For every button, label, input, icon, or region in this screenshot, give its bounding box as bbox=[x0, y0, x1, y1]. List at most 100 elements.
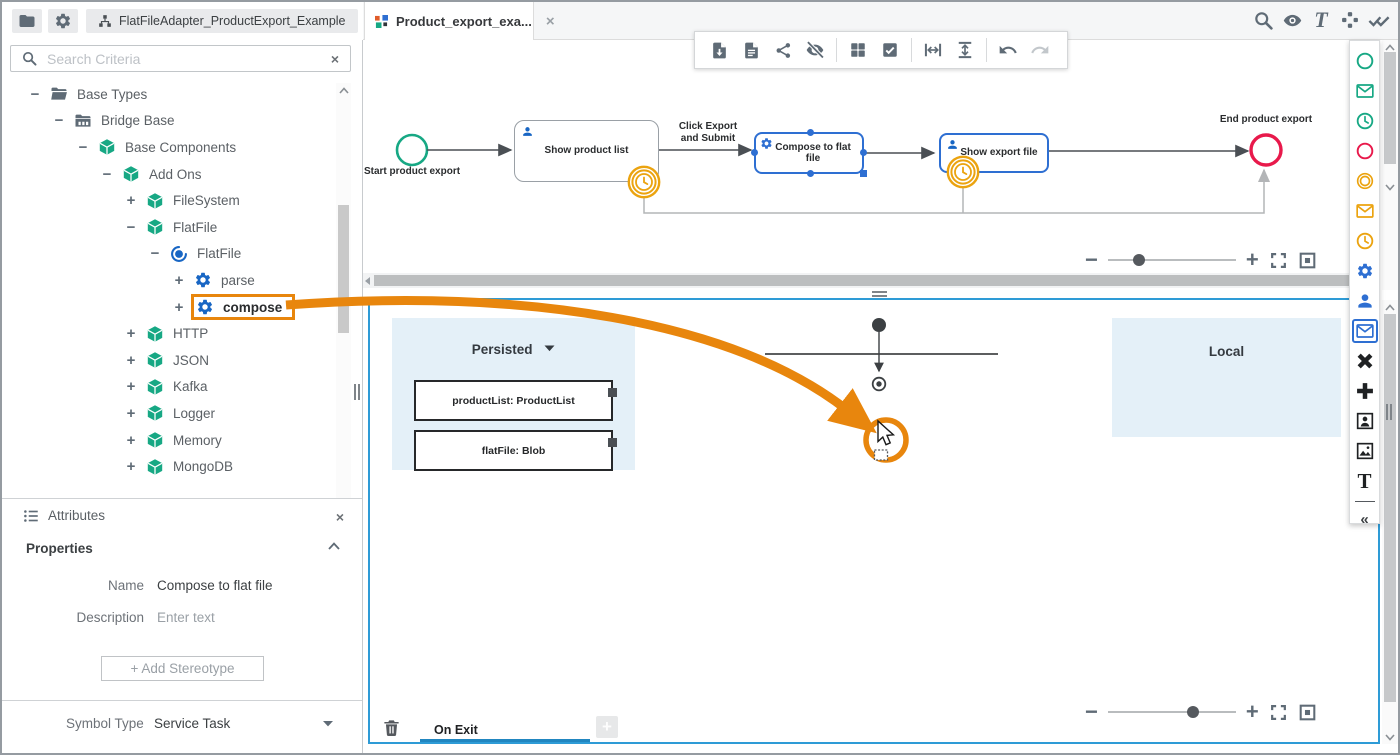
collapse-section-icon[interactable] bbox=[328, 542, 340, 550]
end-event[interactable] bbox=[1251, 135, 1281, 165]
expand-toggle-icon[interactable]: + bbox=[124, 352, 138, 369]
selection-handle[interactable] bbox=[751, 149, 758, 156]
zoom-in-icon[interactable]: + bbox=[1246, 249, 1259, 271]
palette-end-event[interactable] bbox=[1350, 136, 1380, 166]
palette-parallel-gateway[interactable] bbox=[1350, 376, 1380, 406]
vertical-scroll-thumb[interactable] bbox=[1384, 314, 1396, 702]
symbol-type-dropdown-icon[interactable] bbox=[322, 720, 334, 728]
tree-item-mongodb[interactable]: +MongoDB bbox=[2, 453, 334, 480]
tree-item-kafka[interactable]: +Kafka bbox=[2, 374, 334, 401]
expand-toggle-icon[interactable]: + bbox=[124, 378, 138, 395]
expand-toggle-icon[interactable]: + bbox=[124, 325, 138, 342]
trash-icon[interactable] bbox=[382, 718, 401, 737]
tree-scroll-thumb[interactable] bbox=[338, 205, 349, 333]
collapse-toggle-icon[interactable]: − bbox=[52, 112, 66, 129]
tree-scrollbar[interactable] bbox=[336, 83, 351, 511]
horizontal-scroll-thumb[interactable] bbox=[374, 275, 1349, 286]
fullscreen-icon[interactable] bbox=[1269, 251, 1288, 270]
zoom-slider-handle[interactable] bbox=[1187, 706, 1199, 718]
scroll-left-icon[interactable] bbox=[364, 277, 371, 285]
tab-close-icon[interactable]: × bbox=[546, 13, 555, 30]
zoom-out-icon[interactable]: − bbox=[1085, 701, 1098, 723]
share-icon[interactable] bbox=[769, 36, 797, 64]
selection-handle[interactable] bbox=[807, 170, 814, 177]
palette-image[interactable] bbox=[1350, 436, 1380, 466]
zoom-slider-handle[interactable] bbox=[1133, 254, 1145, 266]
right-splitter-handle[interactable] bbox=[1386, 404, 1392, 420]
tree-item-compose[interactable]: +compose bbox=[2, 294, 334, 321]
fit-to-screen-icon[interactable] bbox=[1298, 251, 1317, 270]
scroll-up-icon[interactable] bbox=[336, 83, 351, 97]
eye-off-icon[interactable] bbox=[801, 36, 829, 64]
vertical-scrollbar-top[interactable] bbox=[1382, 40, 1398, 290]
scroll-down-icon[interactable] bbox=[1382, 730, 1397, 744]
tab-product-export[interactable]: Product_export_exa... × bbox=[364, 2, 534, 40]
expand-toggle-icon[interactable]: + bbox=[124, 458, 138, 475]
expand-toggle-icon[interactable]: + bbox=[172, 299, 186, 316]
palette-participant[interactable] bbox=[1350, 406, 1380, 436]
fullscreen-icon[interactable] bbox=[1269, 703, 1288, 722]
palette-text-annotation[interactable]: T bbox=[1350, 466, 1380, 496]
palette-intermediate-event[interactable] bbox=[1350, 166, 1380, 196]
timer-boundary-event[interactable] bbox=[946, 155, 980, 189]
attributes-close-icon[interactable]: × bbox=[336, 509, 344, 525]
expand-toggle-icon[interactable]: + bbox=[124, 405, 138, 422]
collapse-toggle-icon[interactable]: − bbox=[148, 245, 162, 262]
tree-item-bridge-base[interactable]: −Bridge Base bbox=[2, 108, 334, 135]
download-file-icon[interactable] bbox=[705, 36, 733, 64]
horizontal-scrollbar[interactable] bbox=[363, 273, 1380, 288]
document-icon[interactable] bbox=[737, 36, 765, 64]
bpmn-canvas[interactable]: Start product export End product export … bbox=[363, 40, 1380, 272]
tree-item-parse[interactable]: +parse bbox=[2, 267, 334, 294]
folder-button[interactable] bbox=[12, 9, 42, 33]
tab-on-exit[interactable]: On Exit bbox=[434, 723, 478, 737]
timer-boundary-event[interactable] bbox=[627, 165, 661, 199]
dist-height-icon[interactable] bbox=[951, 36, 979, 64]
fit-to-screen-icon[interactable] bbox=[1298, 703, 1317, 722]
name-field-value[interactable]: Compose to flat file bbox=[157, 578, 273, 593]
validate-icon[interactable] bbox=[1366, 7, 1392, 33]
palette-timer-start-event[interactable] bbox=[1350, 106, 1380, 136]
undo-icon[interactable] bbox=[994, 36, 1022, 64]
palette-collapse-palette[interactable]: « bbox=[1350, 504, 1380, 534]
palette-send-task[interactable] bbox=[1350, 316, 1380, 346]
initial-node[interactable] bbox=[872, 318, 886, 332]
checkbox-icon[interactable] bbox=[876, 36, 904, 64]
palette-timer-intermediate-event[interactable] bbox=[1350, 226, 1380, 256]
action-mapping-canvas[interactable]: Persisted productList: ProductList flatF… bbox=[368, 298, 1380, 744]
left-splitter-handle[interactable] bbox=[354, 384, 360, 400]
grid-icon[interactable] bbox=[844, 36, 872, 64]
zoom-slider[interactable] bbox=[1108, 711, 1236, 713]
expand-toggle-icon[interactable]: + bbox=[124, 432, 138, 449]
task-compose-to-flat-file[interactable]: Compose to flat file bbox=[754, 132, 864, 174]
settings-button[interactable] bbox=[48, 9, 78, 33]
collapse-toggle-icon[interactable]: − bbox=[124, 219, 138, 236]
project-breadcrumb[interactable]: FlatFileAdapter_ProductExport_Example bbox=[86, 9, 358, 33]
tree-item-filesystem[interactable]: +FileSystem bbox=[2, 187, 334, 214]
symbol-type-value[interactable]: Service Task bbox=[154, 716, 230, 731]
tree-item-base-components[interactable]: −Base Components bbox=[2, 134, 334, 161]
collapse-toggle-icon[interactable]: − bbox=[100, 166, 114, 183]
palette-message-intermediate-event[interactable] bbox=[1350, 196, 1380, 226]
palette-exclusive-gateway[interactable] bbox=[1350, 346, 1380, 376]
collapse-toggle-icon[interactable]: − bbox=[76, 139, 90, 156]
expand-toggle-icon[interactable]: + bbox=[172, 272, 186, 289]
description-field-placeholder[interactable]: Enter text bbox=[157, 610, 215, 625]
tree-item-logger[interactable]: +Logger bbox=[2, 400, 334, 427]
redo-icon[interactable] bbox=[1026, 36, 1054, 64]
tree-item-base-types[interactable]: −Base Types bbox=[2, 81, 334, 108]
tree-item-http[interactable]: +HTTP bbox=[2, 320, 334, 347]
expand-toggle-icon[interactable]: + bbox=[124, 192, 138, 209]
tree-item-flatfile[interactable]: −FlatFile bbox=[2, 214, 334, 241]
add-stereotype-button[interactable]: + Add Stereotype bbox=[101, 656, 264, 681]
dist-width-icon[interactable] bbox=[919, 36, 947, 64]
tree-item-flatfile[interactable]: −FlatFile bbox=[2, 241, 334, 268]
palette-message-start-event[interactable] bbox=[1350, 76, 1380, 106]
tree-item-memory[interactable]: +Memory bbox=[2, 427, 334, 454]
vertical-scrollbar-bottom[interactable] bbox=[1382, 300, 1398, 744]
selection-handle[interactable] bbox=[860, 149, 867, 156]
palette-service-task[interactable] bbox=[1350, 256, 1380, 286]
zoom-slider[interactable] bbox=[1108, 259, 1236, 261]
palette-user-task[interactable] bbox=[1350, 286, 1380, 316]
vertical-scroll-thumb[interactable] bbox=[1384, 52, 1396, 164]
